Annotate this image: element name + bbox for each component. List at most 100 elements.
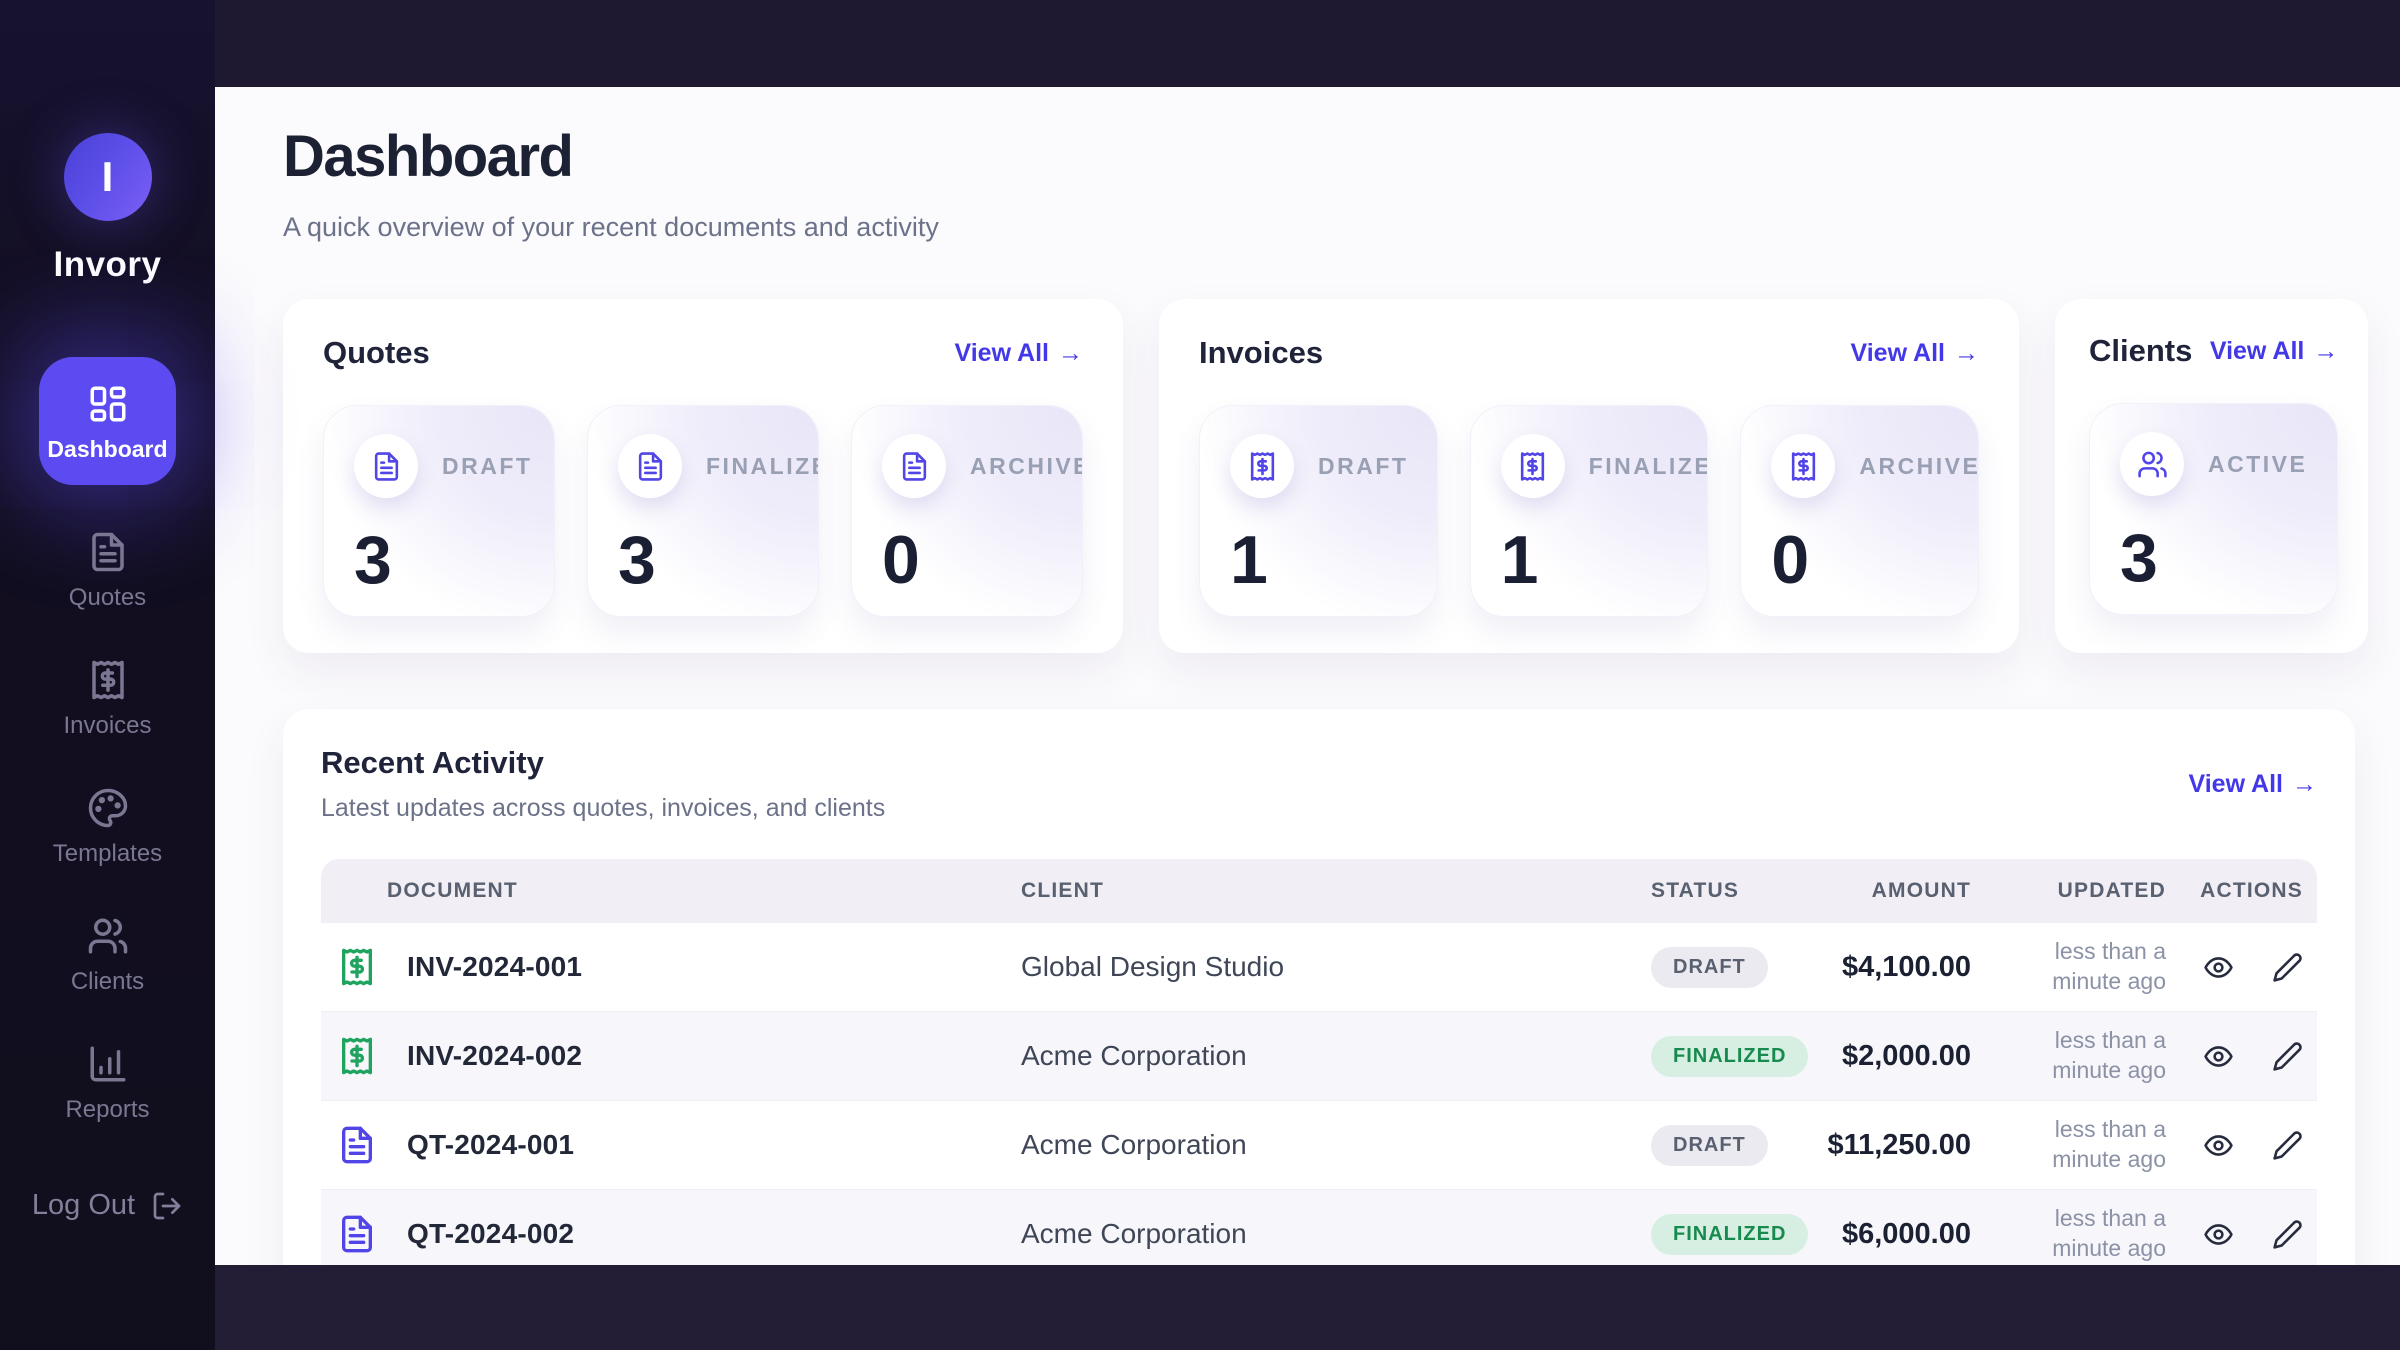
quotes-archived-tile: ARCHIVED 0 (851, 405, 1083, 617)
stat-value: 1 (1501, 526, 1678, 594)
stat-label: DRAFT (1318, 453, 1408, 480)
document-id: QT-2024-002 (407, 1218, 574, 1250)
sidebar-item-label: Reports (65, 1096, 149, 1124)
updated-time: less than a minute ago (1971, 937, 2166, 997)
main-content: Dashboard A quick overview of your recen… (215, 87, 2400, 1265)
table-header-row: DOCUMENT CLIENT STATUS AMOUNT UPDATED AC… (321, 859, 2317, 923)
client-name: Acme Corporation (1021, 1040, 1651, 1072)
file-text-icon (618, 434, 682, 498)
logout-icon (151, 1190, 183, 1222)
view-icon[interactable] (2203, 1219, 2234, 1250)
quotes-draft-tile: DRAFT 3 (323, 405, 555, 617)
document-id: INV-2024-002 (407, 1040, 582, 1072)
stat-value: 3 (2120, 524, 2307, 592)
activity-view-all-link[interactable]: View All → (2189, 770, 2317, 799)
stat-value: 1 (1230, 526, 1407, 594)
receipt-icon (337, 1036, 377, 1076)
logout-button[interactable]: Log Out (32, 1189, 183, 1222)
sidebar-item-templates[interactable]: Templates (33, 787, 183, 868)
updated-time: less than a minute ago (1971, 1204, 2166, 1264)
arrow-right-icon: → (1058, 339, 1083, 368)
page-title: Dashboard (283, 123, 2355, 190)
table-row[interactable]: QT-2024-001 Acme Corporation DRAFT $11,2… (321, 1101, 2317, 1190)
sidebar-item-clients[interactable]: Clients (33, 915, 183, 996)
sidebar-item-invoices[interactable]: Invoices (33, 659, 183, 740)
stat-label: ARCHIVED (970, 453, 1083, 480)
sidebar-item-dashboard[interactable]: Dashboard (39, 357, 176, 485)
receipt-icon (87, 659, 129, 701)
quotes-view-all-link[interactable]: View All → (955, 339, 1083, 368)
sidebar-nav: Dashboard Quotes Invoices Templates Clie… (0, 357, 215, 1171)
client-name: Acme Corporation (1021, 1218, 1651, 1250)
column-header-status: STATUS (1651, 879, 1801, 903)
clients-active-tile: ACTIVE 3 (2089, 403, 2338, 615)
sidebar-item-label: Templates (53, 840, 162, 868)
invoices-view-all-link[interactable]: View All → (1851, 339, 1979, 368)
invoices-draft-tile: DRAFT 1 (1199, 405, 1438, 617)
receipt-icon (1771, 434, 1835, 498)
file-text-icon (87, 531, 129, 573)
brand-name: Invory (53, 245, 161, 285)
brand-initial: I (102, 153, 114, 201)
invoices-card: Invoices View All → DRAFT 1 (1159, 299, 2019, 653)
page-subtitle: A quick overview of your recent document… (283, 212, 2355, 243)
table-row[interactable]: INV-2024-001 Global Design Studio DRAFT … (321, 923, 2317, 1012)
sidebar-item-quotes[interactable]: Quotes (33, 531, 183, 612)
sidebar-item-reports[interactable]: Reports (33, 1043, 183, 1124)
clients-view-all-link[interactable]: View All → (2210, 337, 2338, 366)
stat-value: 0 (882, 526, 1052, 594)
file-text-icon (354, 434, 418, 498)
document-id: QT-2024-001 (407, 1129, 574, 1161)
receipt-icon (337, 947, 377, 987)
table-row[interactable]: INV-2024-002 Acme Corporation FINALIZED … (321, 1012, 2317, 1101)
edit-icon[interactable] (2272, 1130, 2303, 1161)
sidebar-item-label: Invoices (63, 712, 151, 740)
column-header-amount: AMOUNT (1801, 879, 1971, 903)
stat-value: 3 (618, 526, 788, 594)
stat-value: 0 (1771, 526, 1948, 594)
client-name: Global Design Studio (1021, 951, 1651, 983)
recent-activity-card: Recent Activity Latest updates across qu… (283, 709, 2355, 1265)
users-icon (2120, 432, 2184, 496)
clients-card: Clients View All → ACTIVE 3 (2055, 299, 2368, 653)
view-all-label: View All (1851, 339, 1945, 368)
table-row[interactable]: QT-2024-002 Acme Corporation FINALIZED $… (321, 1190, 2317, 1265)
status-badge: FINALIZED (1651, 1036, 1808, 1077)
view-icon[interactable] (2203, 952, 2234, 983)
file-text-icon (337, 1214, 377, 1254)
quotes-finalized-tile: FINALIZED 3 (587, 405, 819, 617)
status-badge: FINALIZED (1651, 1214, 1808, 1255)
stat-cards-row: Quotes View All → DRAFT 3 (283, 299, 2355, 653)
amount: $4,100.00 (1801, 951, 1971, 984)
receipt-icon (1230, 434, 1294, 498)
file-text-icon (337, 1125, 377, 1165)
view-icon[interactable] (2203, 1130, 2234, 1161)
status-badge: DRAFT (1651, 947, 1768, 988)
activity-table: DOCUMENT CLIENT STATUS AMOUNT UPDATED AC… (321, 859, 2317, 1265)
stat-label: ARCHIVED (1859, 453, 1979, 480)
column-header-client: CLIENT (1021, 879, 1651, 903)
edit-icon[interactable] (2272, 952, 2303, 983)
recent-activity-title: Recent Activity (321, 745, 885, 781)
edit-icon[interactable] (2272, 1219, 2303, 1250)
bar-chart-icon (87, 1043, 129, 1085)
invoices-card-title: Invoices (1199, 335, 1323, 371)
view-all-label: View All (2210, 337, 2304, 366)
stat-label: ACTIVE (2208, 451, 2307, 478)
logout-label: Log Out (32, 1189, 135, 1222)
sidebar: I Invory Dashboard Quotes Invoices Templ… (0, 0, 215, 1350)
stat-label: DRAFT (442, 453, 532, 480)
amount: $2,000.00 (1801, 1040, 1971, 1073)
recent-activity-subtitle: Latest updates across quotes, invoices, … (321, 794, 885, 823)
document-id: INV-2024-001 (407, 951, 582, 983)
sidebar-item-label: Quotes (69, 584, 146, 612)
arrow-right-icon: → (2292, 770, 2317, 799)
receipt-icon (1501, 434, 1565, 498)
view-icon[interactable] (2203, 1041, 2234, 1072)
stat-label: FINALIZED (1589, 453, 1709, 480)
sidebar-item-label: Clients (71, 968, 144, 996)
view-all-label: View All (2189, 770, 2283, 799)
edit-icon[interactable] (2272, 1041, 2303, 1072)
column-header-actions: ACTIONS (2166, 879, 2317, 903)
amount: $11,250.00 (1801, 1129, 1971, 1162)
